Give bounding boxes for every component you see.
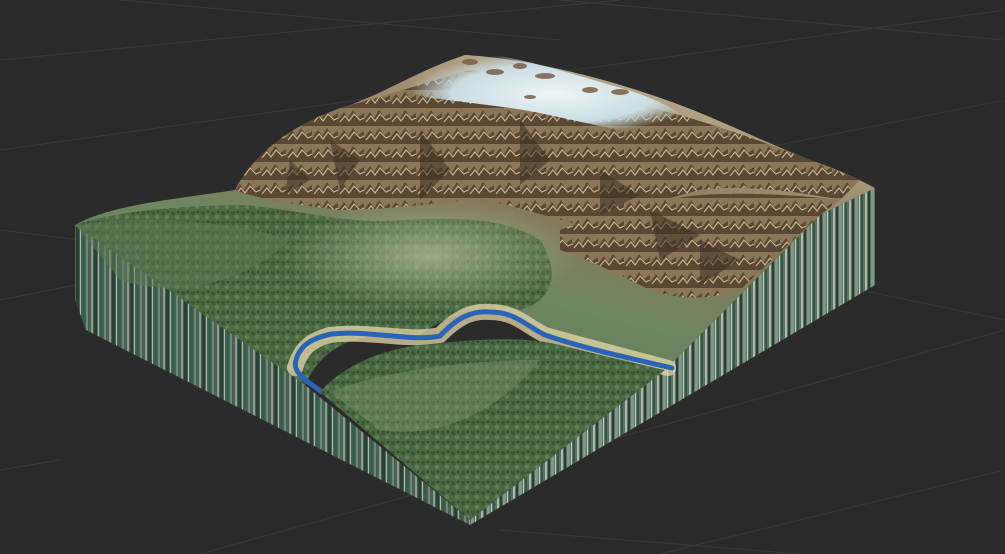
terrain-valley-floor	[280, 200, 580, 310]
viewport-canvas[interactable]	[0, 0, 1005, 554]
3d-viewport[interactable]	[0, 0, 1005, 554]
